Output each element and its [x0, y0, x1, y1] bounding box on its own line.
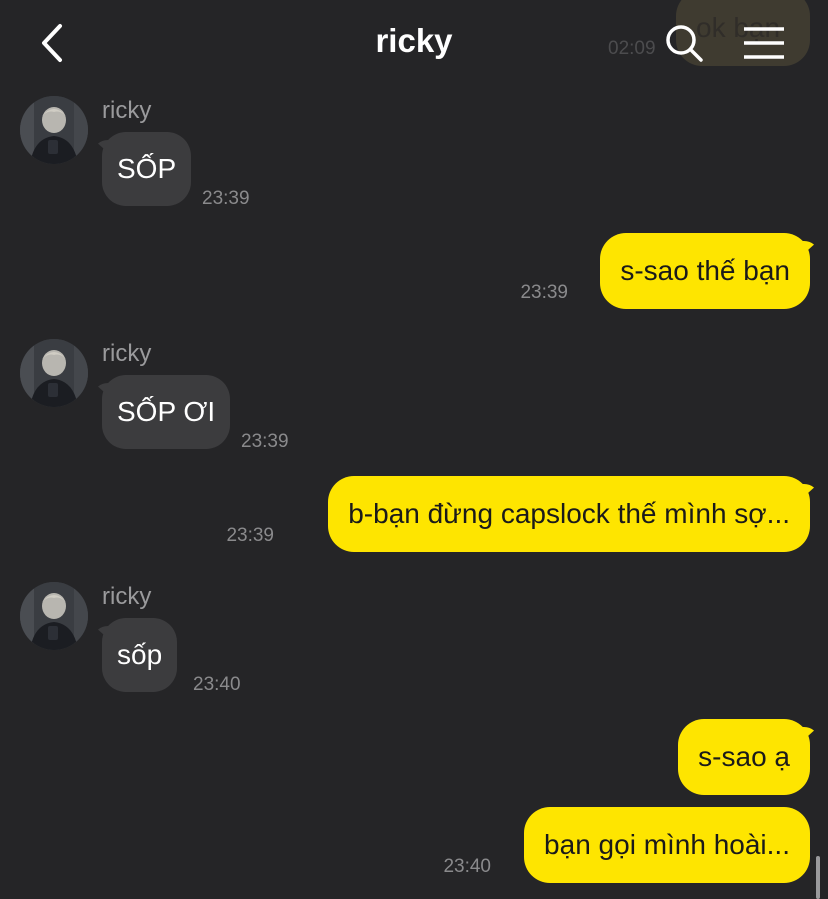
- avatar[interactable]: [20, 96, 88, 164]
- scrolled-message-time: 02:09: [608, 38, 656, 59]
- incoming-message-bubble[interactable]: SỐP: [102, 132, 192, 206]
- message-time: 23:40: [193, 674, 241, 695]
- search-button[interactable]: [660, 20, 708, 68]
- search-icon: [666, 25, 703, 62]
- hamburger-menu-icon: [744, 27, 784, 59]
- message-time: 23:39: [241, 431, 289, 452]
- avatar[interactable]: [20, 339, 88, 407]
- outgoing-message-bubble[interactable]: bạn gọi mình hoài...: [524, 807, 810, 883]
- profile-photo: [20, 339, 88, 407]
- incoming-message-bubble[interactable]: sốp: [102, 618, 178, 692]
- chat-header: ok bạn 02:09 ricky: [0, 0, 828, 86]
- profile-photo: [20, 582, 88, 650]
- message-time: 23:40: [443, 856, 491, 877]
- avatar[interactable]: [20, 582, 88, 650]
- outgoing-message-bubble[interactable]: b-bạn đừng capslock thế mình sợ...: [328, 476, 810, 552]
- sender-name: ricky: [102, 583, 152, 610]
- back-button[interactable]: [30, 20, 76, 66]
- menu-button[interactable]: [740, 24, 788, 64]
- scrollbar[interactable]: [816, 856, 820, 899]
- message-time: 23:39: [202, 188, 250, 209]
- message-time: 23:39: [226, 525, 274, 546]
- message-time: 23:39: [520, 282, 568, 303]
- sender-name: ricky: [102, 340, 152, 367]
- outgoing-message-bubble[interactable]: s-sao thế bạn: [600, 233, 810, 309]
- incoming-message-bubble[interactable]: SỐP ƠI: [102, 375, 231, 449]
- outgoing-message-bubble[interactable]: s-sao ạ: [678, 719, 810, 795]
- profile-photo: [20, 96, 88, 164]
- sender-name: ricky: [102, 97, 152, 124]
- chevron-left-icon: [42, 24, 62, 62]
